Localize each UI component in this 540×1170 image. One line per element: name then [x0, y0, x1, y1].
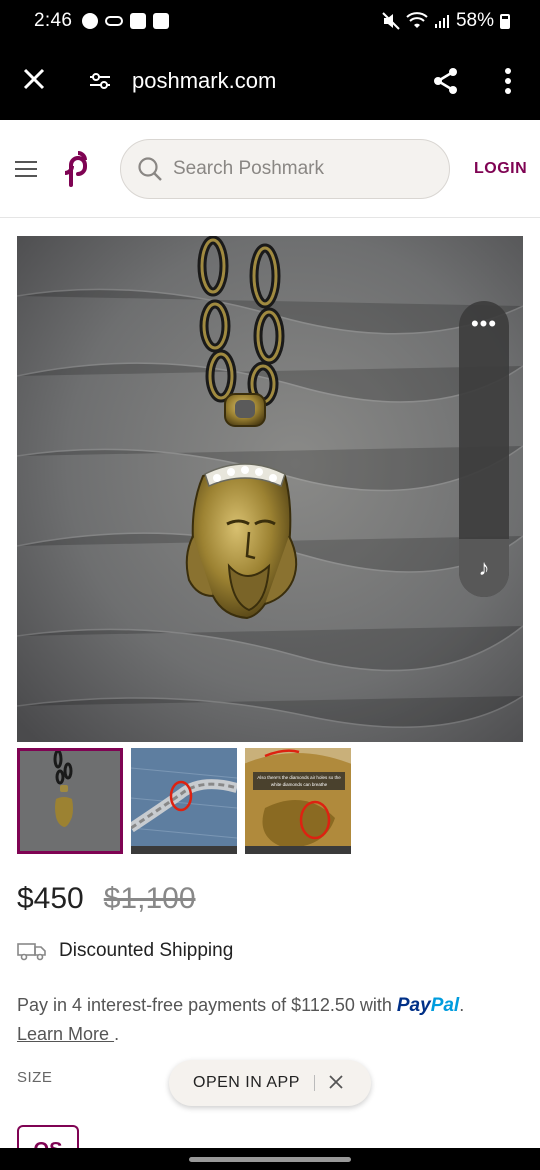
chain-clasp-thumbnail: [131, 748, 237, 854]
thumbnail-strip: Also there's the diamonds air holes so t…: [17, 748, 351, 854]
shipping-label: Discounted Shipping: [59, 940, 234, 961]
pendant-thumbnail: [20, 751, 120, 851]
learn-more-link[interactable]: Learn More: [17, 1024, 114, 1044]
search-icon: [138, 156, 162, 181]
pendant-back-thumbnail: Also there's the diamonds air holes so t…: [245, 748, 351, 854]
facebook-icon: [82, 13, 99, 29]
menu-button[interactable]: [0, 160, 52, 177]
music-note-icon: ♪: [478, 555, 490, 580]
more-vertical-icon: [505, 68, 511, 94]
poshmark-logo-icon: [64, 150, 87, 187]
browser-menu-button[interactable]: [476, 68, 540, 94]
url-display[interactable]: poshmark.com: [132, 68, 416, 94]
close-tab-button[interactable]: [0, 64, 68, 98]
thumbnail-2[interactable]: [131, 748, 237, 854]
status-bar: 2:46 58%: [0, 0, 540, 42]
floating-side-panel[interactable]: ••• ♪: [459, 301, 509, 597]
wifi-icon: [406, 12, 428, 28]
share-button[interactable]: [416, 67, 476, 95]
battery-icon: [500, 13, 510, 29]
login-link[interactable]: LOGIN: [474, 160, 527, 178]
open-in-app-button[interactable]: OPEN IN APP: [193, 1074, 300, 1092]
thumbnail-3[interactable]: Also there's the diamonds air holes so t…: [245, 748, 351, 854]
thumbnail-1[interactable]: [17, 748, 123, 854]
size-label: SIZE: [17, 1069, 53, 1086]
image-icon: [153, 13, 170, 29]
square-app-icon: [130, 13, 147, 29]
site-header: Search Poshmark LOGIN: [0, 120, 540, 218]
voicemail-icon: [105, 16, 124, 26]
close-icon: [329, 1074, 343, 1089]
paypal-text-before: Pay in 4 interest-free payments of $112.…: [17, 995, 397, 1015]
price-row: $450 $1,100: [17, 882, 196, 916]
search-placeholder: Search Poshmark: [173, 157, 325, 179]
thumbnail-caption-line2: white diamonds can breathe: [271, 782, 328, 787]
signal-icon: [434, 15, 449, 28]
listing-price: $450: [17, 882, 84, 915]
thumbnail-caption-line1: Also there's the diamonds air holes so t…: [257, 775, 341, 780]
more-horizontal-icon[interactable]: •••: [459, 313, 509, 335]
menu-icon: [15, 160, 37, 163]
search-input[interactable]: Search Poshmark: [120, 138, 450, 199]
share-icon: [434, 68, 457, 94]
browser-toolbar: poshmark.com: [0, 42, 540, 120]
close-icon: [23, 68, 45, 90]
system-nav-bar: [0, 1148, 540, 1170]
battery-percent: 58%: [455, 10, 494, 31]
shipping-info: Discounted Shipping: [17, 940, 233, 962]
status-time: 2:46: [34, 10, 73, 31]
open-in-app-banner[interactable]: OPEN IN APP: [169, 1060, 371, 1106]
home-gesture-handle[interactable]: [189, 1157, 351, 1162]
paypal-installments: Pay in 4 interest-free payments of $112.…: [17, 995, 465, 1044]
site-settings-button[interactable]: [68, 71, 132, 91]
truck-icon: [17, 943, 46, 961]
dismiss-banner-button[interactable]: [329, 1072, 343, 1095]
paypal-text-after: .: [459, 995, 465, 1015]
mute-icon: [382, 12, 400, 30]
paypal-logo: PayPal: [396, 995, 460, 1016]
poshmark-logo[interactable]: [52, 150, 104, 187]
original-price: $1,100: [103, 882, 196, 915]
music-note-button[interactable]: ♪: [459, 539, 509, 597]
main-listing-photo[interactable]: [17, 236, 523, 742]
pendant-photo: [17, 236, 523, 742]
tune-icon: [90, 73, 110, 89]
